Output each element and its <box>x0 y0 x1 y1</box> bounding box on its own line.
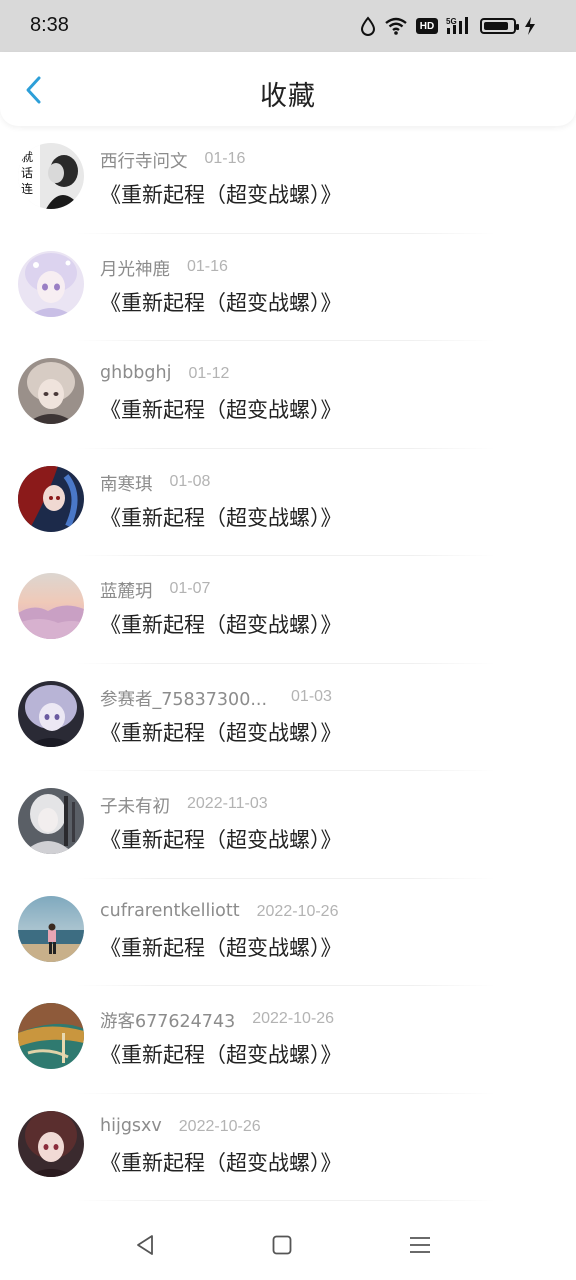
menu-lines-icon <box>410 1237 430 1253</box>
drop-icon <box>360 16 376 36</box>
book-title[interactable]: 《重新起程（超变战螺）》 <box>100 1147 342 1177</box>
username[interactable]: 西行寺问文 <box>100 148 188 173</box>
date-label: 2022-11-03 <box>187 795 268 812</box>
list-item[interactable]: ghbbghj 01-12 《重新起程（超变战螺）》 <box>0 341 576 449</box>
list-item[interactable]: hijgsxv 2022-10-26 《重新起程（超变战螺）》 <box>0 1094 576 1201</box>
date-label: 01-07 <box>169 580 211 597</box>
book-title[interactable]: 《重新起程（超变战螺）》 <box>100 502 342 532</box>
avatar[interactable] <box>18 680 84 747</box>
avatar[interactable] <box>18 250 84 317</box>
list-item[interactable]: 就 话 连 西行寺问文 01-16 《重新起程（超变战螺）》 <box>0 126 576 234</box>
book-title[interactable]: 《重新起程（超变战螺）》 <box>100 1039 342 1069</box>
list-item[interactable]: 子未有初 2022-11-03 《重新起程（超变战螺）》 <box>0 771 576 879</box>
home-square-icon <box>272 1235 292 1255</box>
username[interactable]: 游客677624743 <box>100 1008 235 1033</box>
signal-5g-icon: 5G <box>446 17 468 34</box>
header: 收藏 <box>0 52 576 126</box>
date-label: 2022-10-26 <box>256 902 339 920</box>
status-time: 8:38 <box>30 14 69 36</box>
list-item[interactable]: 蓝麓玥 01-07 《重新起程（超变战螺）》 <box>0 556 576 664</box>
book-title[interactable]: 《重新起程（超变战螺）》 <box>100 609 342 639</box>
book-title[interactable]: 《重新起程（超变战螺）》 <box>100 932 342 962</box>
book-title[interactable]: 《重新起程（超变战螺）》 <box>100 394 342 424</box>
username[interactable]: cufrarentkelliott <box>100 901 240 921</box>
avatar[interactable] <box>18 895 84 962</box>
favorites-list: 就 话 连 西行寺问文 01-16 《重新起程（超变战螺）》 月光神鹿 01-1… <box>0 126 576 1201</box>
username[interactable]: 南寒琪 <box>100 471 153 496</box>
username[interactable]: 月光神鹿 <box>100 256 170 281</box>
svg-text:话: 话 <box>21 166 33 180</box>
date-label: 01-16 <box>187 257 228 275</box>
book-title[interactable]: 《重新起程（超变战螺）》 <box>100 287 342 317</box>
charging-bolt-icon <box>525 17 535 35</box>
nav-back-button[interactable] <box>130 1230 160 1260</box>
svg-text:就: 就 <box>21 150 33 164</box>
back-triangle-icon <box>137 1235 153 1255</box>
system-nav-bar <box>0 1200 576 1280</box>
date-label: 01-12 <box>188 365 230 382</box>
avatar[interactable] <box>18 1003 84 1069</box>
battery-icon <box>480 18 519 34</box>
username[interactable]: ghbbghj <box>100 363 171 383</box>
date-label: 2022-10-26 <box>252 1010 335 1027</box>
avatar[interactable] <box>18 358 84 424</box>
avatar[interactable] <box>18 788 84 854</box>
page-title: 收藏 <box>260 81 316 112</box>
book-title[interactable]: 《重新起程（超变战螺）》 <box>100 824 342 854</box>
list-item[interactable]: 参赛者_75837300... 01-03 《重新起程（超变战螺）》 <box>0 664 576 771</box>
nav-home-button[interactable] <box>267 1230 297 1260</box>
wifi-icon <box>385 17 407 35</box>
status-icons: HD 5G <box>360 14 536 38</box>
date-label: 01-03 <box>291 687 332 705</box>
status-bar: 8:38 HD 5G <box>0 0 576 52</box>
avatar[interactable] <box>18 1110 84 1177</box>
book-title[interactable]: 《重新起程（超变战螺）》 <box>100 717 342 747</box>
list-item[interactable]: 月光神鹿 01-16 《重新起程（超变战螺）》 <box>0 234 576 341</box>
username[interactable]: 蓝麓玥 <box>100 578 153 603</box>
list-item[interactable]: 南寒琪 01-08 《重新起程（超变战螺）》 <box>0 449 576 556</box>
date-label: 01-16 <box>204 150 246 167</box>
list-item[interactable]: 游客677624743 2022-10-26 《重新起程（超变战螺）》 <box>0 986 576 1094</box>
username[interactable]: hijgsxv <box>100 1116 162 1136</box>
date-label: 01-08 <box>169 472 211 490</box>
book-title[interactable]: 《重新起程（超变战螺）》 <box>100 179 342 209</box>
svg-text:连: 连 <box>21 181 33 196</box>
username[interactable]: 参赛者_75837300... <box>100 686 267 711</box>
avatar[interactable] <box>18 573 84 639</box>
username[interactable]: 子未有初 <box>100 793 170 818</box>
hd-badge: HD <box>416 18 438 34</box>
list-item[interactable]: cufrarentkelliott 2022-10-26 《重新起程（超变战螺）… <box>0 879 576 986</box>
avatar[interactable]: 就 话 连 <box>18 143 84 209</box>
nav-menu-button[interactable] <box>405 1230 435 1260</box>
avatar[interactable] <box>18 465 84 532</box>
svg-text:5G: 5G <box>446 17 457 26</box>
date-label: 2022-10-26 <box>178 1117 261 1135</box>
